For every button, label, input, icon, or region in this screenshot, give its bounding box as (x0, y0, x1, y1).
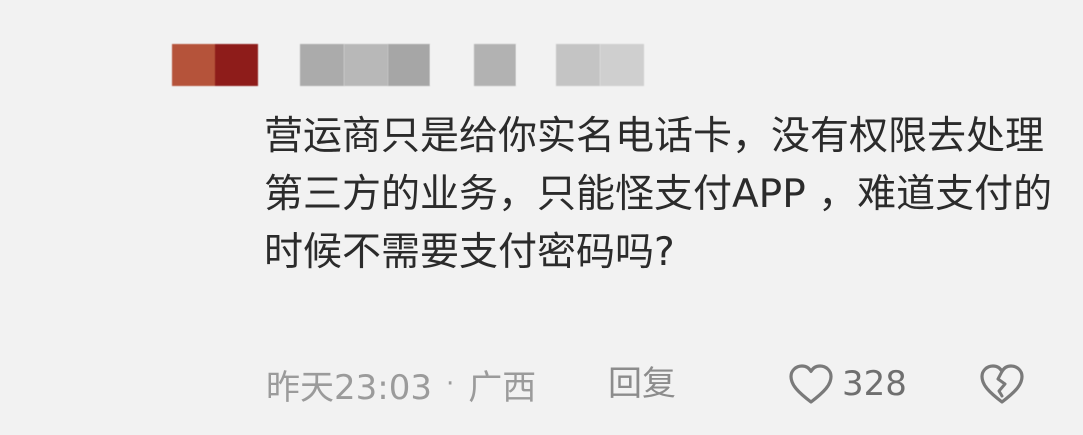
reply-button[interactable]: 回复 (608, 358, 676, 410)
username-pixelated[interactable] (300, 44, 644, 86)
avatar-pixel (215, 44, 258, 86)
like-button[interactable]: 328 (788, 358, 907, 410)
comment-time: 昨天23:03 (266, 367, 432, 408)
comment-card: 营运商只是给你实名电话卡，没有权限去处理第三方的业务，只能怪支付APP ，难道支… (0, 0, 1083, 435)
username-pixel (474, 44, 516, 86)
avatar-pixel (172, 44, 215, 86)
username-pixel (300, 44, 344, 86)
comment-location: 广西 (468, 367, 537, 408)
username-pixel (556, 44, 600, 86)
meta-separator: · (445, 369, 455, 399)
username-pixel (600, 44, 644, 86)
username-pixel (516, 44, 556, 86)
username-pixel (344, 44, 388, 86)
heart-outline-icon (788, 363, 834, 405)
avatar-pixelated[interactable] (172, 44, 258, 86)
broken-heart-icon (978, 363, 1026, 405)
username-pixel (430, 44, 474, 86)
username-pixel (388, 44, 430, 86)
dislike-button[interactable] (976, 358, 1028, 410)
like-count: 328 (842, 364, 907, 404)
comment-text: 营运商只是给你实名电话卡，没有权限去处理第三方的业务，只能怪支付APP ，难道支… (264, 114, 1053, 275)
comment-meta: 昨天23:03 · 广西 (266, 358, 536, 410)
